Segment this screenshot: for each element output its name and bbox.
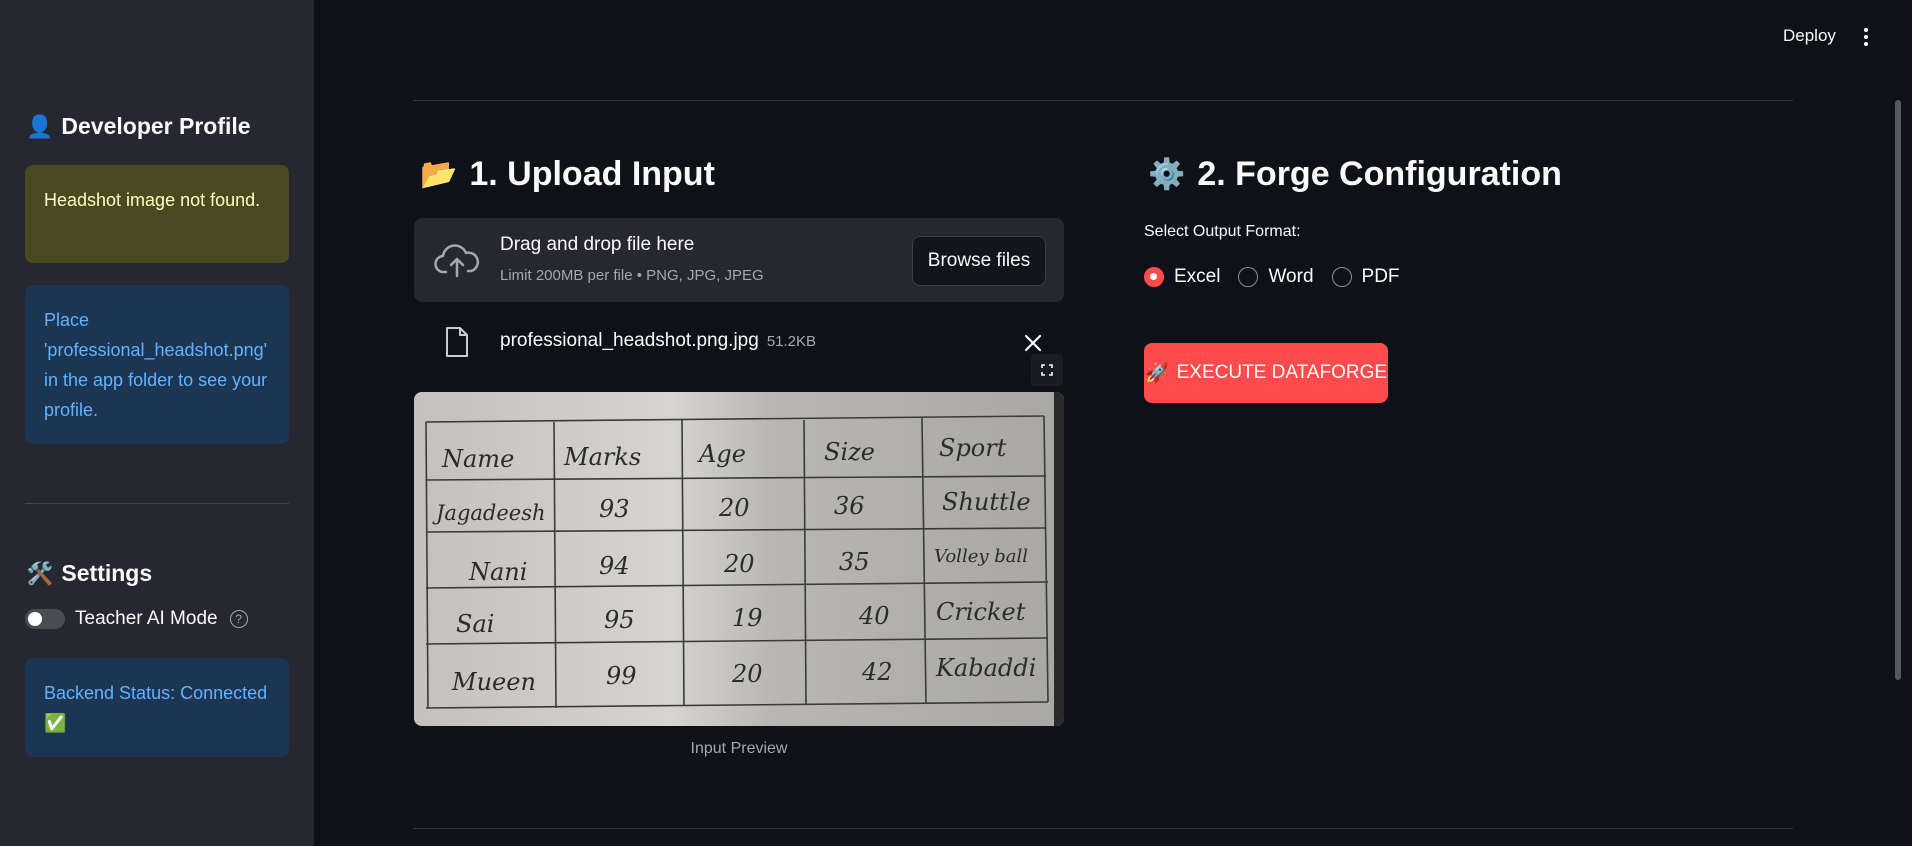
- teacher-ai-label: Teacher AI Mode: [75, 608, 218, 629]
- radio-option-pdf[interactable]: PDF: [1331, 266, 1400, 288]
- cell-r1-c3: 35: [839, 548, 870, 576]
- cell-header-0: Name: [441, 445, 514, 473]
- divider-top: [413, 100, 1793, 101]
- cell-r0-c2: 20: [718, 494, 750, 522]
- output-format-label: Select Output Format:: [1144, 223, 1301, 240]
- headshot-info: Place 'professional_headshot.png' in the…: [25, 285, 289, 444]
- tools-icon: 🛠️: [26, 560, 54, 586]
- cell-header-4: Sport: [939, 434, 1007, 462]
- radio-option-word[interactable]: Word: [1238, 266, 1314, 288]
- radio-label-pdf: PDF: [1361, 266, 1400, 287]
- close-icon[interactable]: [1022, 332, 1044, 354]
- input-preview-image: Name Marks Age Size Sport Jagadeesh 93 2…: [414, 392, 1064, 726]
- radio-button-word[interactable]: [1238, 267, 1259, 287]
- cell-r1-c4: Volley ball: [934, 546, 1028, 567]
- cell-header-1: Marks: [563, 443, 641, 471]
- handwritten-table-image: Name Marks Age Size Sport Jagadeesh 93 2…: [414, 392, 1064, 726]
- file-icon: [446, 327, 468, 357]
- cell-r2-c2: 19: [732, 604, 763, 632]
- uploaded-file-name: professional_headshot.png.jpg 51.2KB: [500, 330, 816, 352]
- user-icon: 👤: [26, 113, 54, 139]
- cell-header-2: Age: [697, 440, 746, 468]
- teacher-ai-toggle-row: Teacher AI Mode ?: [25, 608, 248, 630]
- uploaded-file-row: professional_headshot.png.jpg 51.2KB: [414, 320, 1064, 370]
- cell-r1-c0: Nani: [468, 558, 527, 586]
- dropzone-title: Drag and drop file here: [500, 234, 695, 255]
- teacher-ai-toggle[interactable]: [25, 609, 65, 629]
- file-name-text: professional_headshot.png.jpg: [500, 330, 759, 351]
- toggle-knob: [28, 612, 42, 626]
- radio-option-excel[interactable]: Excel: [1144, 266, 1220, 288]
- cell-r1-c1: 94: [599, 552, 630, 580]
- cell-r0-c4: Shuttle: [942, 488, 1031, 516]
- output-format-radio-group: Excel Word PDF: [1144, 266, 1402, 288]
- preview-caption: Input Preview: [690, 740, 788, 757]
- rocket-icon: 🚀: [1144, 363, 1169, 384]
- main-menu-icon[interactable]: [1858, 26, 1874, 48]
- config-heading: ⚙️ 2. Forge Configuration: [1148, 155, 1562, 194]
- execute-dataforge-button[interactable]: 🚀 EXECUTE DATAFORGE: [1144, 343, 1388, 403]
- cloud-upload-icon: [434, 244, 480, 278]
- cell-r2-c4: Cricket: [936, 598, 1026, 626]
- radio-button-excel[interactable]: [1144, 267, 1164, 287]
- profile-heading: 👤 Developer Profile: [26, 113, 251, 140]
- execute-label: EXECUTE DATAFORGE: [1176, 362, 1388, 383]
- gear-icon: ⚙️: [1148, 158, 1186, 191]
- deploy-button[interactable]: Deploy: [1783, 26, 1836, 46]
- cell-r3-c2: 20: [731, 660, 763, 688]
- file-dropzone[interactable]: Drag and drop file here Limit 200MB per …: [414, 218, 1064, 302]
- radio-label-word: Word: [1268, 266, 1314, 287]
- headshot-warning: Headshot image not found.: [25, 165, 289, 263]
- cell-r0-c0: Jagadeesh: [432, 501, 546, 525]
- cell-r0-c1: 93: [599, 495, 630, 523]
- cell-r3-c3: 42: [861, 658, 893, 686]
- sidebar: 👤 Developer Profile Headshot image not f…: [0, 0, 314, 846]
- divider-bottom: [413, 828, 1793, 829]
- cell-header-3: Size: [824, 438, 875, 466]
- cell-r3-c0: Mueen: [451, 668, 536, 696]
- cell-r2-c3: 40: [858, 602, 890, 630]
- browse-files-button[interactable]: Browse files: [912, 236, 1046, 286]
- cell-r3-c1: 99: [606, 662, 637, 690]
- settings-heading-label: Settings: [61, 560, 153, 586]
- profile-heading-label: Developer Profile: [61, 113, 251, 139]
- backend-status: Backend Status: Connected ✅: [25, 658, 289, 757]
- upload-heading: 📂 1. Upload Input: [420, 155, 715, 194]
- config-heading-label: 2. Forge Configuration: [1197, 155, 1562, 193]
- file-size: 51.2KB: [766, 333, 817, 350]
- fullscreen-icon[interactable]: [1031, 354, 1063, 386]
- cell-r2-c1: 95: [604, 606, 635, 634]
- radio-label-excel: Excel: [1174, 266, 1221, 287]
- cell-r1-c2: 20: [723, 550, 755, 578]
- dropzone-limit: Limit 200MB per file • PNG, JPG, JPEG: [500, 267, 764, 284]
- cell-r3-c4: Kabaddi: [935, 654, 1036, 682]
- help-icon[interactable]: ?: [229, 610, 248, 628]
- folder-icon: 📂: [420, 158, 458, 191]
- upload-heading-label: 1. Upload Input: [469, 155, 715, 193]
- cell-r2-c0: Sai: [456, 610, 494, 638]
- scrollbar[interactable]: [1895, 100, 1901, 680]
- radio-button-pdf[interactable]: [1331, 267, 1352, 287]
- cell-r0-c3: 36: [834, 492, 865, 520]
- sidebar-divider: [25, 503, 289, 504]
- settings-heading: 🛠️ Settings: [26, 560, 152, 587]
